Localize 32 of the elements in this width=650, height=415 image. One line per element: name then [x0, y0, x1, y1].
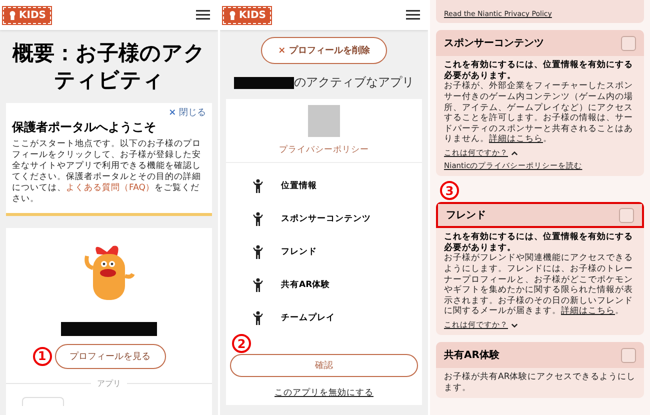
page-title: 概要：お子様のアクティビティ [11, 40, 206, 94]
permission-name: フレンド [281, 246, 317, 258]
kids-logo[interactable]: KIDS [3, 6, 51, 24]
kids-logo[interactable]: KIDS [223, 6, 271, 24]
details-link[interactable]: 詳細はこちら [489, 134, 543, 144]
step-number: 2 [232, 334, 251, 353]
disable-app-link[interactable]: このアプリを無効にする [274, 387, 374, 399]
details-link[interactable]: 詳細はこちら [561, 306, 615, 316]
step-number: 1 [32, 346, 52, 366]
section-heading: のアクティブなアプリ [294, 74, 414, 91]
permission-name: 共有AR体験 [281, 278, 330, 290]
requirement-text: これを有効にするには、位置情報を有効にする必要があります。 [444, 60, 634, 81]
card-title: スポンサーコンテンツ [444, 37, 544, 50]
card-description: お子様がフレンドや関連機能にアクセスできるようにします。フレンドには、お子様のトレーナープロフィールと、お子様がどこでポケモンやギフトを集めたかに関する限られた情報が表示されます。お子様のその日の新しいフレンドに関するメールが届きます。詳細はこちら。 [444, 253, 634, 317]
step-number: 3 [440, 181, 459, 200]
card-description: お子様が、外部企業をフィーチャーしたスポンサー付きのゲーム内コンテンツ（ゲーム内の場所、アイテム、ゲームプレイなど）にアクセスすることを許可します。お子様の情報は、サードパーティのスポンサーと共有されることはありません。詳細はこちら。 [444, 81, 634, 145]
remove-profile-button[interactable]: × プロフィールを削除 [261, 37, 387, 64]
apps-divider-label: アプリ [91, 378, 127, 389]
permission-name: チームプレイ [281, 312, 335, 324]
welcome-title: 保護者ポータルへようこそ [12, 118, 157, 136]
card-title: フレンド [446, 209, 486, 222]
view-profile-button[interactable]: プロフィールを見る [54, 344, 166, 369]
permission-name: スポンサーコンテンツ [281, 212, 371, 224]
welcome-text: ここがスタート地点です。以下のお子様のプロフィールをクリックして、お子様が登録した安全なサイトやアプリで利用できる機能を確認してください。保護者ポータルとその目的の詳細については、よくある質問（FAQ）をご覧ください。 [12, 138, 202, 205]
privacy-policy-link[interactable]: プライバシーポリシー [279, 144, 369, 156]
close-button[interactable]: × 閉じる [168, 106, 206, 119]
card-title: 共有AR体験 [444, 348, 500, 362]
requirement-text: これを有効にするには、位置情報を有効にする必要があります。 [444, 232, 634, 253]
card-description: お子様が共有AR体験にアクセスできるようにします。 [444, 372, 636, 394]
permission-name: 位置情報 [281, 180, 317, 192]
faq-link[interactable]: よくある質問（FAQ） [66, 182, 154, 193]
confirm-button[interactable]: 確認 [230, 354, 418, 377]
